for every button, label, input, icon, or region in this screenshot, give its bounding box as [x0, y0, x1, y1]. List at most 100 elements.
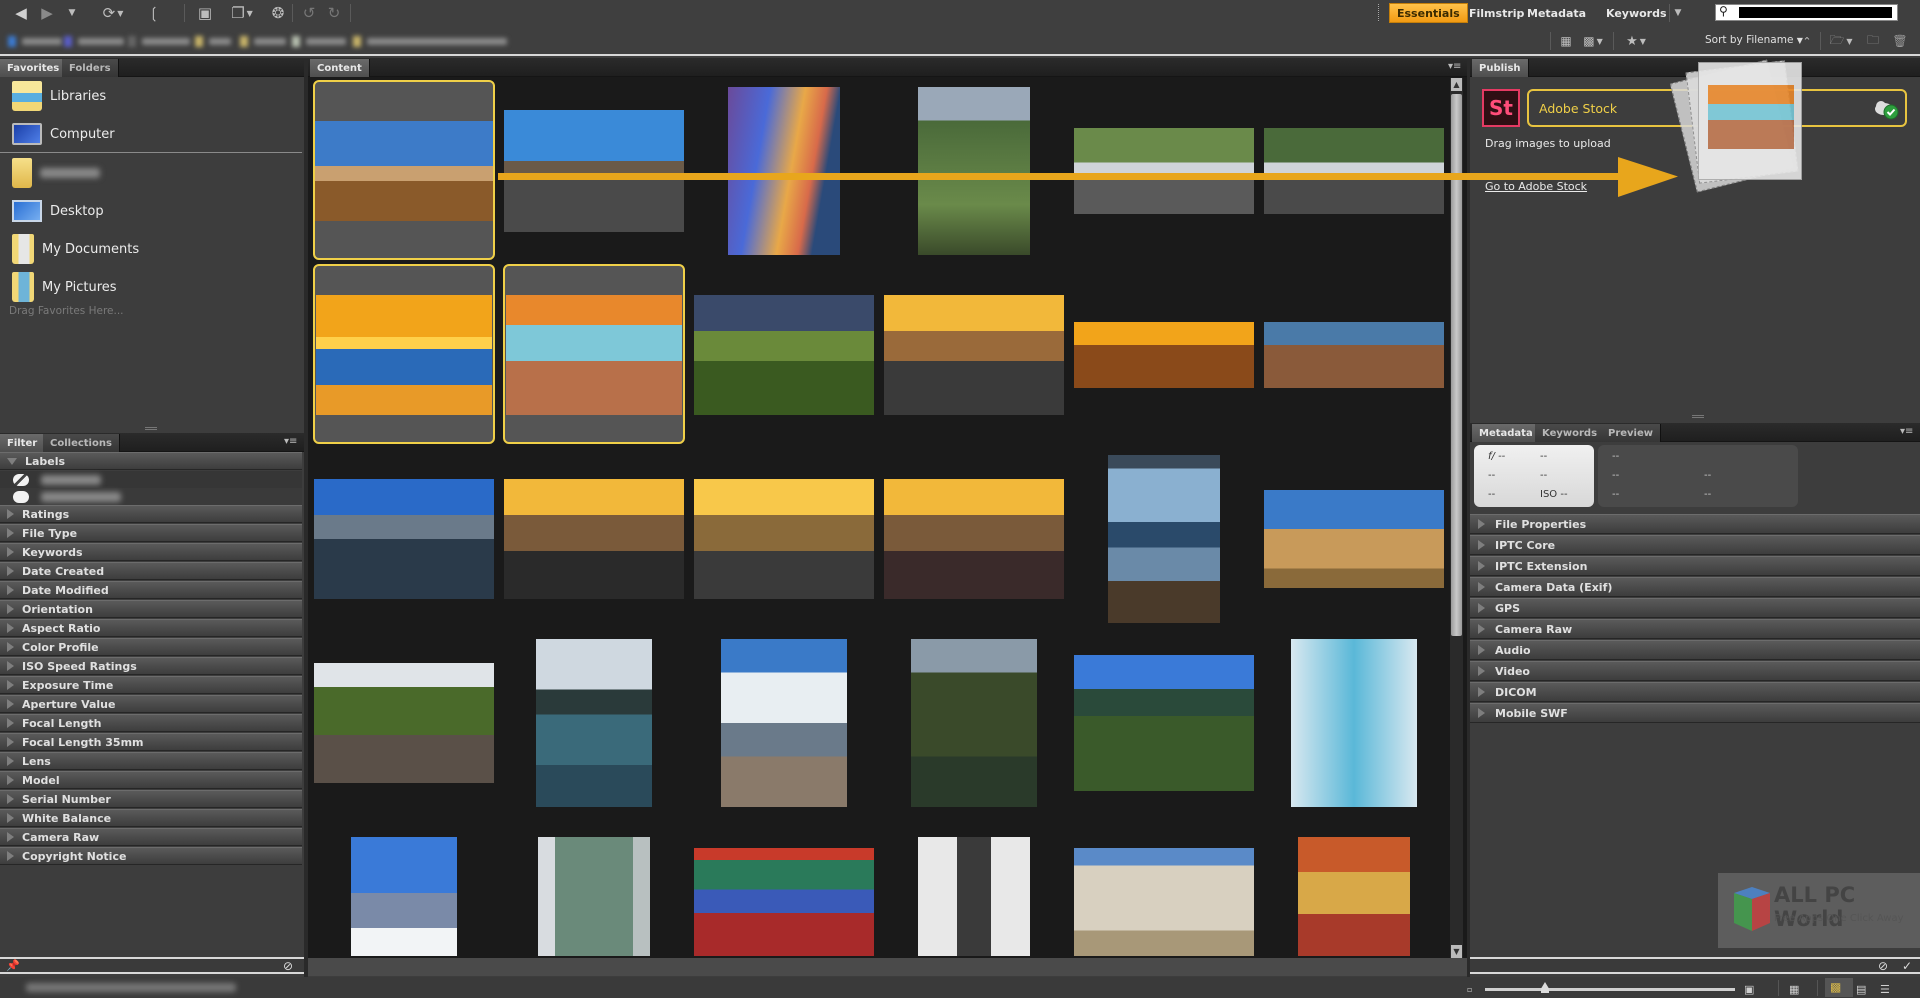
breadcrumb-item[interactable]	[8, 34, 62, 48]
thumbnail-iceberg-lagoon[interactable]	[503, 264, 685, 444]
refine-button[interactable]: ❐ ▼	[226, 3, 258, 23]
tab-keywords[interactable]: Keywords	[1535, 424, 1606, 442]
thumbnail-city-ferris-wheel-sunset-4[interactable]	[503, 448, 685, 628]
label-filter-row[interactable]	[0, 471, 302, 488]
filter-section[interactable]: Keywords	[0, 543, 302, 561]
filter-section[interactable]: Serial Number	[0, 790, 302, 808]
breadcrumb-item[interactable]	[64, 34, 124, 48]
tab-publish[interactable]: Publish	[1472, 59, 1529, 77]
thumbnail-city-ferris-wheel-sunset-2[interactable]	[1073, 264, 1255, 444]
metadata-section[interactable]: GPS	[1470, 598, 1920, 618]
panel-resize-grip[interactable]	[145, 427, 157, 430]
list-view-icon[interactable]: ☰	[1880, 983, 1890, 996]
thumbnail-waterfall-landscape-2[interactable]	[1263, 80, 1445, 260]
thumbnail-snowy-peaks-hiker[interactable]	[313, 816, 495, 956]
cancel-icon[interactable]: ⊘	[1878, 959, 1888, 973]
clear-filter-icon[interactable]: ⊘	[283, 959, 293, 973]
filter-section[interactable]: Ratings	[0, 505, 302, 523]
workspace-keywords[interactable]: Keywords ▼	[1599, 3, 1688, 23]
tab-favorites[interactable]: Favorites	[0, 59, 68, 77]
content-scrollbar[interactable]: ▲ ▼	[1450, 78, 1463, 958]
filter-section[interactable]: ISO Speed Ratings	[0, 657, 302, 675]
return-button[interactable]: ❲	[145, 3, 163, 23]
thumbnail-marble-balustrade[interactable]	[1073, 816, 1255, 956]
metadata-section[interactable]: Camera Data (Exif)	[1470, 577, 1920, 597]
details-view-icon[interactable]: ▤	[1856, 983, 1866, 996]
tab-folders[interactable]: Folders	[62, 59, 119, 77]
thumbnail-city-ferris-wheel-sunset-3[interactable]	[1263, 264, 1445, 444]
search-input[interactable]: ⚲	[1715, 4, 1898, 21]
filter-section[interactable]: White Balance	[0, 809, 302, 827]
tab-collections[interactable]: Collections	[43, 434, 120, 452]
thumbnail-palace-roof[interactable]	[1263, 816, 1445, 956]
filter-section[interactable]: Lens	[0, 752, 302, 770]
scroll-down-icon[interactable]: ▼	[1451, 945, 1462, 958]
get-photos-button[interactable]: ▣	[193, 3, 217, 23]
thumbnail-skogafoss-waterfall[interactable]	[883, 80, 1065, 260]
tab-preview[interactable]: Preview	[1601, 424, 1662, 442]
favorite-my-pictures[interactable]: My Pictures	[0, 268, 302, 306]
panel-menu-icon[interactable]: ▾≡	[284, 436, 297, 447]
thumbnail-city-ferris-wheel-sunset-1[interactable]	[883, 264, 1065, 444]
filter-section[interactable]: Focal Length	[0, 714, 302, 732]
back-button[interactable]: ◀	[10, 3, 32, 23]
thumbnail-ice-cave-climber[interactable]	[1263, 632, 1445, 812]
filter-section[interactable]: Orientation	[0, 600, 302, 618]
grid-lock-icon[interactable]: ▦	[1789, 983, 1799, 996]
thumbnail-desert-rainbow-2[interactable]	[1263, 448, 1445, 628]
thumbnail-green-hills[interactable]	[693, 264, 875, 444]
favorite-computer[interactable]: Computer	[0, 115, 302, 153]
thumbnail-fjord-waterfall[interactable]	[883, 632, 1065, 812]
thumbnail-waterfall-landscape-1[interactable]	[1073, 80, 1255, 260]
camera-raw-button[interactable]: ❂	[268, 3, 288, 23]
recent-folders-button[interactable]: ⟳ ▼	[98, 3, 128, 23]
small-thumb-icon[interactable]: ▫	[1467, 985, 1472, 994]
breadcrumb-item[interactable]	[240, 34, 286, 48]
panel-menu-icon[interactable]: ▾≡	[1448, 61, 1461, 72]
history-dropdown[interactable]: ▼	[64, 3, 80, 23]
tab-metadata[interactable]: Metadata	[1472, 424, 1541, 442]
metadata-section[interactable]: Video	[1470, 661, 1920, 681]
tab-filter[interactable]: Filter	[0, 434, 46, 452]
thumbnail-city-ferris-wheel-sunset-6[interactable]	[883, 448, 1065, 628]
thumbnail-mountain-boardwalk[interactable]	[1073, 632, 1255, 812]
thumbnail-mountain-lake-reflection[interactable]	[503, 632, 685, 812]
filter-section[interactable]: Aspect Ratio	[0, 619, 302, 637]
thumbnail-waterfall-valley[interactable]	[313, 632, 495, 812]
rotate-left-button[interactable]: ↺	[300, 3, 318, 23]
workspace-metadata[interactable]: Metadata	[1520, 3, 1593, 23]
favorite-libraries[interactable]: Libraries	[0, 77, 302, 115]
filter-section-labels[interactable]: Labels	[0, 452, 302, 470]
filter-section[interactable]: Date Modified	[0, 581, 302, 599]
scrollbar-thumb[interactable]	[1451, 94, 1462, 636]
filter-section[interactable]: Color Profile	[0, 638, 302, 656]
label-filter-row[interactable]	[0, 488, 302, 505]
filter-section[interactable]: Camera Raw	[0, 828, 302, 846]
metadata-section[interactable]: Mobile SWF	[1470, 703, 1920, 723]
thumbnail-ferris-wheel-cabin-window[interactable]	[1073, 448, 1255, 628]
favorite-my-documents[interactable]: My Documents	[0, 230, 302, 268]
filter-section[interactable]: Date Created	[0, 562, 302, 580]
filter-section[interactable]: Focal Length 35mm	[0, 733, 302, 751]
metadata-section[interactable]: Audio	[1470, 640, 1920, 660]
quality-button[interactable]: ▦	[1558, 31, 1574, 51]
apply-check-icon[interactable]: ✓	[1902, 959, 1912, 973]
favorite-desktop[interactable]: Desktop	[0, 192, 302, 230]
thumbnail-iceberg-sunset[interactable]	[313, 264, 495, 444]
thumbnail-desert-rainbow[interactable]	[313, 80, 495, 260]
panel-resize-grip[interactable]	[1692, 415, 1704, 418]
favorite-user-folder[interactable]	[0, 154, 302, 192]
thumbnail-size-slider[interactable]	[1485, 982, 1735, 993]
delete-button[interactable]: 🗑	[1892, 31, 1907, 51]
large-thumb-icon[interactable]: ▣	[1744, 983, 1754, 996]
tab-content[interactable]: Content	[310, 59, 370, 77]
scroll-up-icon[interactable]: ▲	[1451, 78, 1462, 91]
metadata-section[interactable]: DICOM	[1470, 682, 1920, 702]
filter-section[interactable]: Exposure Time	[0, 676, 302, 694]
panel-menu-icon[interactable]: ▾≡	[1900, 426, 1913, 437]
breadcrumb-item[interactable]	[353, 34, 507, 48]
metadata-section[interactable]: IPTC Core	[1470, 535, 1920, 555]
view-thumbnails-button[interactable]: ▩	[1825, 978, 1853, 997]
thumbnail-carved-stone-column[interactable]	[883, 816, 1065, 956]
filter-section[interactable]: Aperture Value	[0, 695, 302, 713]
